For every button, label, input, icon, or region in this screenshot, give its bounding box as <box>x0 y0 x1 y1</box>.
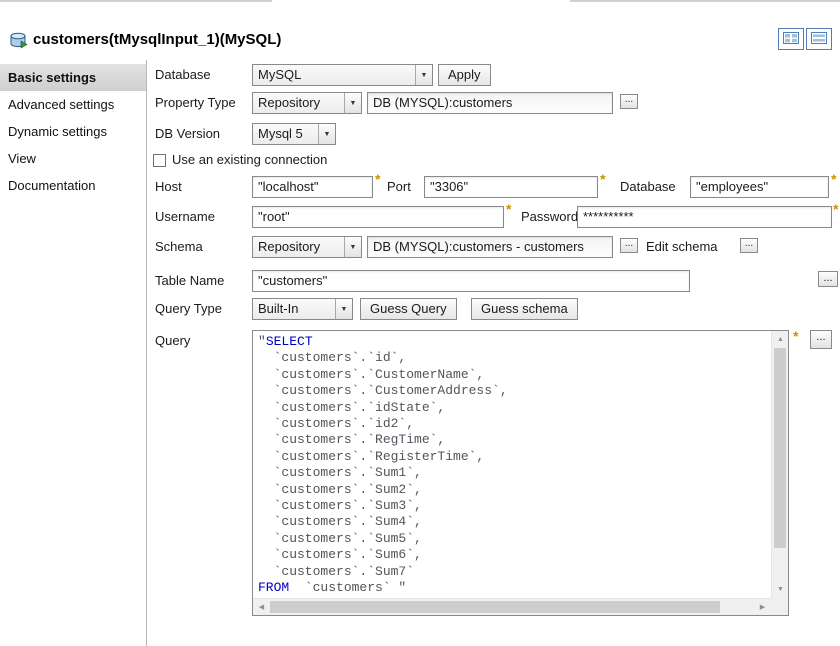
db-version-label: DB Version <box>155 123 220 145</box>
port-required-marker: * <box>600 171 605 187</box>
port-label: Port <box>387 176 411 198</box>
sidebar-item-view[interactable]: View <box>0 145 146 172</box>
query-browse-button[interactable]: ... <box>810 330 832 349</box>
database-type-value: MySQL <box>253 65 415 85</box>
sidebar-item-basic-settings[interactable]: Basic settings <box>0 64 146 91</box>
edit-schema-button[interactable]: ... <box>740 238 758 253</box>
settings-nav: Basic settings Advanced settings Dynamic… <box>0 64 146 199</box>
db-version-value: Mysql 5 <box>253 124 318 144</box>
mysql-input-component-icon <box>9 32 29 52</box>
property-repository-browse-button[interactable]: ... <box>620 94 638 109</box>
use-existing-connection-label: Use an existing connection <box>172 149 327 171</box>
table-name-label: Table Name <box>155 270 224 292</box>
query-editor[interactable]: "SELECT `customers`.`id`, `customers`.`C… <box>252 330 789 616</box>
component-settings-panel: { "ui": { "browse_label": "...", "requir… <box>0 0 840 646</box>
query-text[interactable]: "SELECT `customers`.`id`, `customers`.`C… <box>258 334 769 596</box>
password-required-marker: * <box>833 201 838 217</box>
query-label: Query <box>155 330 190 352</box>
property-repository-field[interactable]: DB (MYSQL):customers <box>367 92 613 114</box>
chevron-down-icon: ▼ <box>344 93 361 113</box>
tab-edge-right <box>570 0 840 2</box>
scroll-right-icon[interactable]: ▶ <box>754 599 771 616</box>
port-input[interactable]: "3306" <box>424 176 598 198</box>
scroll-left-icon[interactable]: ◀ <box>253 599 270 616</box>
list-view-icon <box>811 32 827 47</box>
query-type-value: Built-In <box>253 299 335 319</box>
schema-repository-field[interactable]: DB (MYSQL):customers - customers <box>367 236 613 258</box>
database-name-label: Database <box>620 176 676 198</box>
chevron-down-icon: ▼ <box>415 65 432 85</box>
database-name-input[interactable]: "employees" <box>690 176 829 198</box>
password-input[interactable]: ********** <box>577 206 832 228</box>
table-name-browse-button[interactable]: ... <box>818 271 838 287</box>
database-required-marker: * <box>831 171 836 187</box>
schema-repository-browse-button[interactable]: ... <box>620 238 638 253</box>
chevron-down-icon: ▼ <box>335 299 352 319</box>
use-existing-connection-checkbox[interactable] <box>153 154 166 167</box>
schema-label: Schema <box>155 236 203 258</box>
chevron-down-icon: ▼ <box>318 124 335 144</box>
grid-view-toggle-button[interactable] <box>778 28 804 50</box>
sidebar-item-dynamic-settings[interactable]: Dynamic settings <box>0 118 146 145</box>
host-input[interactable]: "localhost" <box>252 176 373 198</box>
query-type-dropdown[interactable]: Built-In ▼ <box>252 298 353 320</box>
guess-schema-button[interactable]: Guess schema <box>471 298 578 320</box>
scrollbar-corner <box>771 598 788 615</box>
username-label: Username <box>155 206 215 228</box>
query-required-marker: * <box>793 328 798 344</box>
tab-edge-left <box>0 0 272 2</box>
page-title: customers(tMysqlInput_1)(MySQL) <box>33 31 281 48</box>
query-horizontal-scrollbar[interactable]: ◀ ▶ <box>253 598 771 615</box>
sidebar-divider <box>146 60 147 646</box>
sidebar-item-documentation[interactable]: Documentation <box>0 172 146 199</box>
edit-schema-label: Edit schema <box>646 236 718 258</box>
host-required-marker: * <box>375 171 380 187</box>
username-input[interactable]: "root" <box>252 206 504 228</box>
guess-query-button[interactable]: Guess Query <box>360 298 457 320</box>
host-label: Host <box>155 176 182 198</box>
password-label: Password <box>521 206 578 228</box>
property-type-value: Repository <box>253 93 344 113</box>
schema-type-dropdown[interactable]: Repository ▼ <box>252 236 362 258</box>
property-type-label: Property Type <box>155 92 236 114</box>
chevron-down-icon: ▼ <box>344 237 361 257</box>
sidebar-item-advanced-settings[interactable]: Advanced settings <box>0 91 146 118</box>
table-name-input[interactable]: "customers" <box>252 270 690 292</box>
scroll-up-icon[interactable]: ▲ <box>772 331 789 348</box>
horizontal-scroll-thumb[interactable] <box>270 601 720 613</box>
db-version-dropdown[interactable]: Mysql 5 ▼ <box>252 123 336 145</box>
scroll-down-icon[interactable]: ▼ <box>772 581 789 598</box>
query-type-label: Query Type <box>155 298 222 320</box>
database-type-label: Database <box>155 64 211 86</box>
list-view-toggle-button[interactable] <box>806 28 832 50</box>
vertical-scroll-thumb[interactable] <box>774 348 786 548</box>
username-required-marker: * <box>506 201 511 217</box>
grid-view-icon <box>783 32 799 47</box>
schema-type-value: Repository <box>253 237 344 257</box>
query-vertical-scrollbar[interactable]: ▲ ▼ <box>771 331 788 598</box>
database-type-dropdown[interactable]: MySQL ▼ <box>252 64 433 86</box>
property-type-dropdown[interactable]: Repository ▼ <box>252 92 362 114</box>
apply-button[interactable]: Apply <box>438 64 491 86</box>
